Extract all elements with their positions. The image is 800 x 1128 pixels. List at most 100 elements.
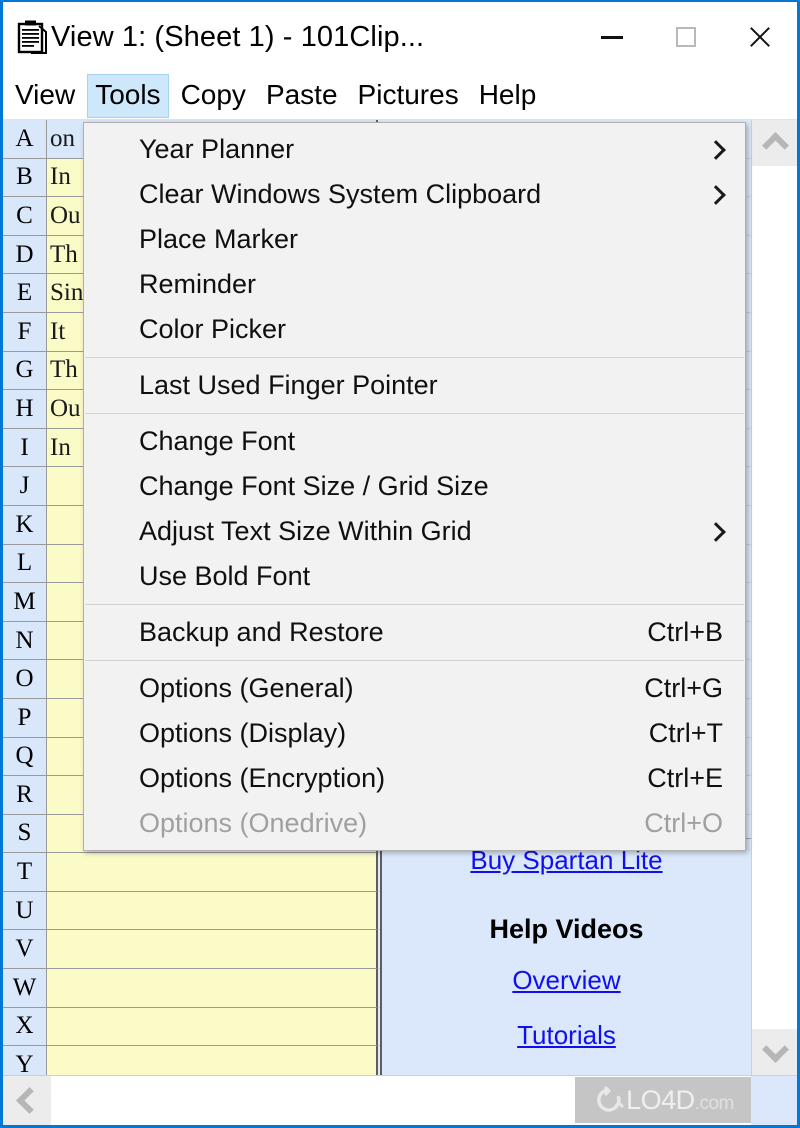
window-title: View 1: (Sheet 1) - 101Clip... bbox=[51, 20, 425, 53]
menu-item[interactable]: Last Used Finger Pointer bbox=[84, 363, 745, 408]
chevron-left-icon bbox=[16, 1087, 43, 1114]
menu-separator bbox=[85, 660, 744, 661]
grid-cell[interactable] bbox=[47, 853, 378, 892]
vertical-scrollbar[interactable] bbox=[751, 120, 797, 1075]
submenu-chevron-icon bbox=[706, 139, 726, 160]
menu-item-shortcut: Ctrl+O bbox=[644, 808, 723, 838]
row-header[interactable]: L bbox=[3, 544, 47, 584]
menu-item[interactable]: Use Bold Font bbox=[84, 554, 745, 599]
row-header[interactable]: R bbox=[3, 776, 47, 815]
close-icon bbox=[747, 24, 773, 50]
row-header[interactable]: Q bbox=[3, 737, 47, 777]
row-header[interactable]: Y bbox=[3, 1046, 47, 1075]
scrollbar-corner bbox=[751, 1076, 797, 1125]
row-header[interactable]: W bbox=[3, 969, 47, 1008]
row-header[interactable]: D bbox=[3, 235, 47, 275]
row-header[interactable]: C bbox=[3, 197, 47, 236]
horizontal-scrollbar[interactable] bbox=[3, 1075, 797, 1125]
menubar-item-paste[interactable]: Paste bbox=[258, 74, 346, 118]
menubar-item-tools[interactable]: Tools bbox=[87, 73, 169, 118]
row-header[interactable]: T bbox=[3, 853, 47, 892]
row-header[interactable]: G bbox=[3, 351, 47, 391]
menu-item[interactable]: Backup and Restore Ctrl+B bbox=[84, 610, 745, 655]
chevron-down-icon bbox=[761, 1036, 789, 1063]
menu-item-label: Reminder bbox=[139, 269, 257, 299]
row-header[interactable]: F bbox=[3, 312, 47, 352]
menu-item: Options (Onedrive) Ctrl+O bbox=[84, 801, 745, 846]
row-header[interactable]: X bbox=[3, 1007, 47, 1047]
row-header[interactable]: S bbox=[3, 814, 47, 854]
menu-item[interactable]: Options (Encryption) Ctrl+E bbox=[84, 756, 745, 801]
menu-item[interactable]: Reminder bbox=[84, 262, 745, 307]
menubar-item-copy[interactable]: Copy bbox=[173, 74, 254, 118]
menu-separator bbox=[85, 413, 744, 414]
info-panel: Buy Spartan Lite Help Videos Overview Tu… bbox=[380, 838, 751, 1075]
menu-item[interactable]: Options (Display) Ctrl+T bbox=[84, 711, 745, 756]
overview-link[interactable]: Overview bbox=[382, 965, 751, 996]
menu-item-label: Last Used Finger Pointer bbox=[139, 370, 438, 400]
menu-item-label: Change Font Size / Grid Size bbox=[139, 471, 489, 501]
row-header[interactable]: U bbox=[3, 891, 47, 931]
row-header[interactable]: V bbox=[3, 930, 47, 970]
application-window: View 1: (Sheet 1) - 101Clip... View Tool… bbox=[0, 0, 800, 1128]
scroll-left-button[interactable] bbox=[3, 1076, 51, 1125]
menu-item[interactable]: Options (General) Ctrl+G bbox=[84, 666, 745, 711]
grid-cell[interactable] bbox=[47, 1046, 378, 1075]
menu-item-shortcut: Ctrl+E bbox=[647, 763, 723, 793]
tools-dropdown-menu[interactable]: Year Planner Clear Windows System Clipboa… bbox=[83, 122, 746, 851]
menu-item[interactable]: Place Marker bbox=[84, 217, 745, 262]
menu-item-shortcut: Ctrl+G bbox=[644, 673, 723, 703]
row-header[interactable]: A bbox=[3, 120, 47, 159]
grid-cell[interactable] bbox=[47, 1007, 378, 1047]
row-header[interactable]: O bbox=[3, 660, 47, 699]
menubar-item-view[interactable]: View bbox=[7, 74, 83, 118]
horizontal-scroll-track[interactable] bbox=[51, 1076, 751, 1125]
menu-item[interactable]: Change Font bbox=[84, 419, 745, 464]
menu-item[interactable]: Change Font Size / Grid Size bbox=[84, 464, 745, 509]
menu-item[interactable]: Color Picker bbox=[84, 307, 745, 352]
row-header[interactable]: M bbox=[3, 583, 47, 622]
row-header[interactable]: P bbox=[3, 698, 47, 738]
menu-item-label: Backup and Restore bbox=[139, 617, 384, 647]
menu-separator bbox=[85, 604, 744, 605]
tutorials-link[interactable]: Tutorials bbox=[382, 1020, 751, 1051]
scroll-up-button[interactable] bbox=[752, 120, 797, 166]
row-header[interactable]: B bbox=[3, 158, 47, 198]
title-bar[interactable]: View 1: (Sheet 1) - 101Clip... bbox=[3, 2, 797, 72]
menu-item[interactable]: Year Planner bbox=[84, 127, 745, 172]
grid-cell[interactable] bbox=[47, 891, 378, 931]
row-header[interactable]: I bbox=[3, 428, 47, 468]
menu-item-label: Options (General) bbox=[139, 673, 354, 703]
help-videos-heading: Help Videos bbox=[489, 914, 644, 944]
window-controls bbox=[575, 2, 797, 72]
menubar-item-pictures[interactable]: Pictures bbox=[350, 74, 467, 118]
menu-item-label: Adjust Text Size Within Grid bbox=[139, 516, 472, 546]
chevron-up-icon bbox=[761, 132, 789, 159]
menu-separator bbox=[85, 357, 744, 358]
grid-cell[interactable] bbox=[47, 969, 378, 1008]
row-header[interactable]: K bbox=[3, 505, 47, 545]
row-header[interactable]: H bbox=[3, 390, 47, 429]
menu-item-label: Year Planner bbox=[139, 134, 295, 164]
menubar-item-help[interactable]: Help bbox=[471, 74, 545, 118]
minimize-icon bbox=[601, 35, 623, 39]
menu-item-label: Options (Encryption) bbox=[139, 763, 386, 793]
menu-item[interactable]: Adjust Text Size Within Grid bbox=[84, 509, 745, 554]
grid-cell[interactable] bbox=[47, 930, 378, 970]
clipboard-icon bbox=[17, 20, 47, 54]
maximize-button[interactable] bbox=[649, 4, 723, 70]
menu-item[interactable]: Clear Windows System Clipboard bbox=[84, 172, 745, 217]
menu-item-label: Change Font bbox=[139, 426, 296, 456]
close-button[interactable] bbox=[723, 4, 797, 70]
row-header[interactable]: N bbox=[3, 621, 47, 661]
scroll-down-button[interactable] bbox=[752, 1029, 797, 1075]
row-header[interactable]: J bbox=[3, 467, 47, 506]
row-header[interactable]: E bbox=[3, 274, 47, 313]
menu-item-label: Place Marker bbox=[139, 224, 299, 254]
menu-item-label: Options (Display) bbox=[139, 718, 347, 748]
submenu-chevron-icon bbox=[706, 184, 726, 205]
menu-bar: View Tools Copy Paste Pictures Help bbox=[3, 72, 797, 120]
menu-item-label: Use Bold Font bbox=[139, 561, 311, 591]
menu-item-label: Clear Windows System Clipboard bbox=[139, 179, 542, 209]
minimize-button[interactable] bbox=[575, 4, 649, 70]
